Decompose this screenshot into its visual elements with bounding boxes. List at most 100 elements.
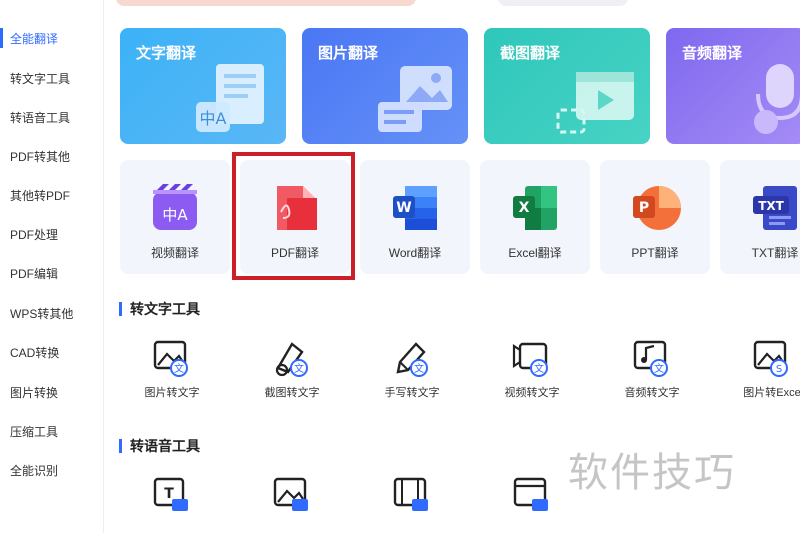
scissors-icon: 文 — [275, 342, 308, 377]
sidebar: 全能翻译 转文字工具 转语音工具 PDF转其他 其他转PDF PDF处理 PDF… — [0, 0, 104, 533]
ppt-icon: P — [633, 186, 681, 230]
video-translate-card[interactable]: 中A 视频翻译 — [120, 160, 230, 274]
highlight-box — [232, 152, 355, 280]
video-camera-icon: 文 — [512, 342, 548, 377]
search-edge — [498, 0, 628, 6]
sidebar-item-cad[interactable]: CAD转换 — [0, 336, 103, 368]
sidebar-item-label: 其他转PDF — [10, 188, 71, 203]
svg-text:文: 文 — [414, 362, 424, 375]
sidebar-item-pdf-to-other[interactable]: PDF转其他 — [0, 140, 103, 172]
image-to-text-icon: 文 — [153, 340, 188, 377]
tool-label: 图片转Exce — [743, 387, 800, 399]
sidebar-item-label: 转文字工具 — [10, 71, 71, 86]
sidebar-item-label: PDF处理 — [10, 227, 59, 242]
sidebar-item-image-convert[interactable]: 图片转换 — [0, 376, 103, 408]
section-title-to-text: 转文字工具 — [119, 299, 200, 319]
sidebar-item-to-text[interactable]: 转文字工具 — [0, 62, 103, 94]
pen-icon: 文 — [396, 342, 428, 377]
audio-translate-card[interactable]: 音频翻译 — [666, 28, 800, 144]
text-to-speech-icon: T — [153, 477, 188, 511]
tool-label: 图片转文字 — [144, 387, 200, 399]
card-title: 文字翻译 — [136, 45, 197, 62]
section-marker — [119, 439, 122, 453]
sidebar-item-label: PDF转其他 — [10, 149, 71, 164]
sidebar-item-ocr[interactable]: 全能识别 — [0, 454, 103, 486]
image-to-excel-icon: S — [753, 340, 788, 377]
card-label: PPT翻译 — [631, 246, 679, 260]
image-translate-card[interactable]: 图片翻译 — [302, 28, 468, 144]
card-label: TXT翻译 — [751, 246, 799, 260]
ppt-translate-card[interactable]: P PPT翻译 — [600, 160, 710, 274]
sidebar-item-label: 图片转换 — [10, 385, 59, 400]
document-translate-icon: 中A — [196, 64, 264, 132]
section-title-label: 转文字工具 — [130, 301, 200, 317]
card-title: 音频翻译 — [682, 45, 743, 62]
excel-icon: X — [513, 186, 557, 230]
card-title: 图片翻译 — [318, 45, 379, 62]
svg-text:S: S — [776, 364, 782, 375]
handwriting-to-text-tool[interactable]: 文 手写转文字 — [352, 338, 472, 418]
sidebar-item-to-speech[interactable]: 转语音工具 — [0, 101, 103, 133]
image-to-speech-icon — [273, 477, 308, 511]
sidebar-item-all-translate[interactable]: 全能翻译 — [0, 22, 103, 54]
microphone-icon — [754, 64, 800, 134]
film-icon — [393, 477, 428, 511]
txt-translate-card[interactable]: TXT TXT翻译 — [720, 160, 800, 274]
svg-text:中A: 中A — [162, 206, 188, 224]
video-to-speech-tool[interactable] — [352, 475, 472, 533]
svg-text:文: 文 — [174, 362, 184, 375]
svg-text:中A: 中A — [200, 109, 227, 128]
card-title: 截图翻译 — [500, 45, 561, 62]
txt-icon: TXT — [753, 186, 797, 230]
main-content: 文字翻译 中A 图片翻译 截图翻译 音频翻译 中A 视频翻译 PDF翻译 W W… — [104, 0, 800, 533]
video-translate-icon: 中A — [153, 184, 197, 230]
sidebar-item-wps-to-other[interactable]: WPS转其他 — [0, 297, 103, 329]
svg-text:TXT: TXT — [758, 199, 784, 213]
sidebar-item-label: 转语音工具 — [10, 110, 71, 125]
tool-label: 音频转文字 — [624, 387, 680, 399]
image-translate-icon — [378, 66, 452, 132]
webpage-icon — [513, 477, 548, 511]
sidebar-item-label: CAD转换 — [10, 345, 60, 360]
svg-text:W: W — [396, 200, 411, 216]
sidebar-item-pdf-process[interactable]: PDF处理 — [0, 218, 103, 250]
sidebar-item-other-to-pdf[interactable]: 其他转PDF — [0, 179, 103, 211]
sidebar-item-label: 全能识别 — [10, 463, 59, 478]
image-to-excel-tool[interactable]: S 图片转Exce — [712, 338, 800, 418]
sidebar-item-label: WPS转其他 — [10, 306, 74, 321]
watermark-text: 软件技巧 — [568, 450, 736, 496]
tool-label: 手写转文字 — [384, 387, 440, 399]
svg-text:文: 文 — [654, 362, 664, 375]
svg-text:文: 文 — [294, 362, 304, 375]
sidebar-item-label: 全能翻译 — [10, 31, 59, 46]
text-translate-card[interactable]: 文字翻译 中A — [120, 28, 286, 144]
word-icon: W — [393, 186, 437, 230]
card-label: Excel翻译 — [508, 246, 562, 260]
section-title-to-speech: 转语音工具 — [119, 436, 200, 456]
tool-label: 视频转文字 — [504, 387, 560, 399]
section-title-label: 转语音工具 — [130, 438, 200, 454]
card-label: Word翻译 — [388, 246, 442, 260]
banner-edge — [116, 0, 416, 6]
screenshot-translate-icon — [556, 72, 634, 134]
screenshot-translate-card[interactable]: 截图翻译 — [484, 28, 650, 144]
svg-text:X: X — [519, 200, 530, 216]
sidebar-item-label: 压缩工具 — [10, 424, 59, 439]
text-to-speech-tool[interactable]: T — [112, 475, 232, 533]
tool-label: 截图转文字 — [264, 387, 320, 399]
sidebar-item-compress[interactable]: 压缩工具 — [0, 415, 103, 447]
video-to-text-tool[interactable]: 文 视频转文字 — [472, 338, 592, 418]
sidebar-item-pdf-edit[interactable]: PDF编辑 — [0, 257, 103, 289]
image-to-speech-tool[interactable] — [232, 475, 352, 533]
screenshot-to-text-tool[interactable]: 文 截图转文字 — [232, 338, 352, 418]
svg-text:文: 文 — [534, 362, 544, 375]
excel-translate-card[interactable]: X Excel翻译 — [480, 160, 590, 274]
section-marker — [119, 302, 122, 316]
music-note-icon: 文 — [633, 340, 668, 377]
image-to-text-tool[interactable]: 文 图片转文字 — [112, 338, 232, 418]
word-translate-card[interactable]: W Word翻译 — [360, 160, 470, 274]
sidebar-item-label: PDF编辑 — [10, 266, 59, 281]
audio-to-text-tool[interactable]: 文 音频转文字 — [592, 338, 712, 418]
card-label: 视频翻译 — [150, 246, 199, 260]
svg-text:P: P — [639, 200, 649, 216]
